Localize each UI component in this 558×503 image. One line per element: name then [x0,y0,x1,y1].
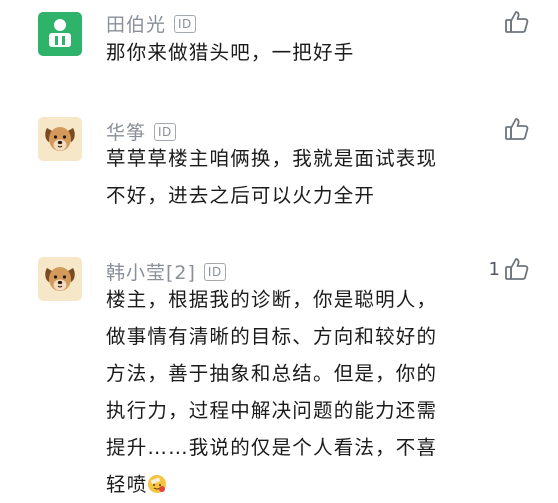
bandaged-face-emoji-icon [148,475,167,493]
avatar[interactable] [38,257,82,301]
comment-text: 那你来做猎头吧，一把好手 [106,41,355,64]
like-button[interactable] [500,9,530,35]
id-badge: ID [174,14,196,33]
comment-text: 楼主，根据我的诊断，你是聪明人，做事情有清晰的目标、方向和较好的方法，善于抽象和… [106,281,446,503]
dog-avatar-icon [38,257,82,301]
dog-avatar-icon [38,117,82,161]
thumbs-up-icon [505,11,529,33]
like-button[interactable]: 1 [489,256,530,282]
green-person-avatar-icon [38,12,82,56]
like-count: 1 [488,258,500,280]
commenter-name[interactable]: 田伯光 [106,10,166,37]
comment-text: 草草草楼主咱俩换，我就是面试表现不好，进去之后可以火力全开 [106,147,438,207]
like-button[interactable] [500,116,530,142]
thumbs-up-icon [505,118,529,140]
avatar[interactable] [38,12,82,56]
id-badge: ID [203,262,226,281]
thumbs-up-icon [505,258,529,280]
id-badge: ID [154,122,176,141]
comment-text-body: 楼主，根据我的诊断，你是聪明人，做事情有清晰的目标、方向和较好的方法，善于抽象和… [106,288,438,496]
avatar[interactable] [38,117,82,161]
